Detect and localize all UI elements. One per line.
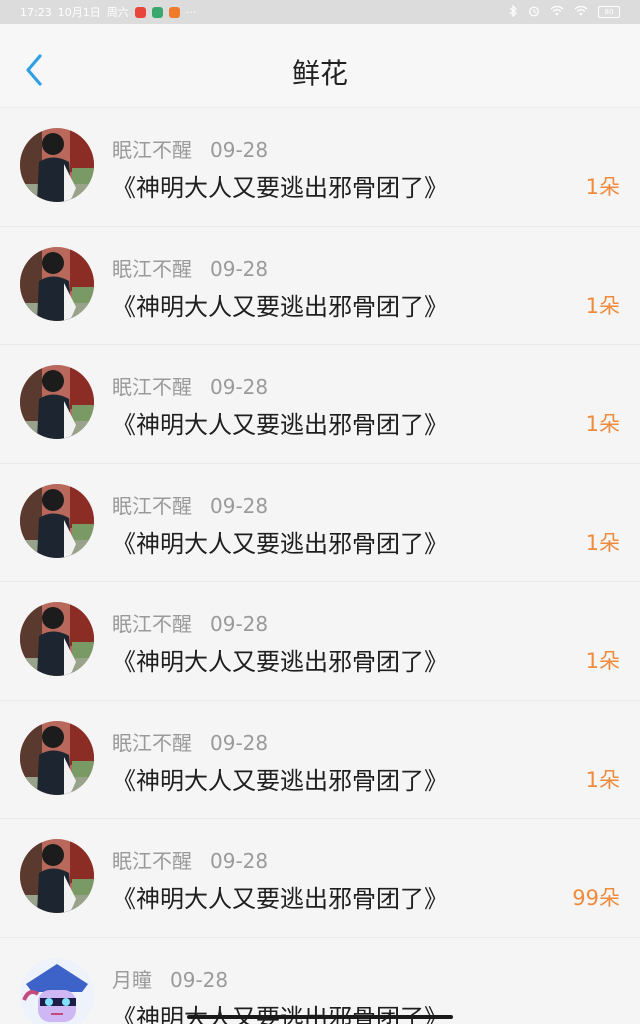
username: 眠江不醒 bbox=[112, 730, 192, 755]
status-left: 17:23 10月1日 周六 ··· bbox=[20, 4, 196, 20]
page-title: 鲜花 bbox=[291, 57, 348, 90]
user-avatar[interactable] bbox=[20, 602, 94, 676]
weibo-notification-icon bbox=[134, 6, 146, 18]
flower-record-row[interactable]: 眠江不醒 09-28 《神明大人又要逃出邪骨团了》 1朵 bbox=[0, 701, 640, 819]
status-weekday: 周六 bbox=[106, 6, 129, 19]
username: 眠江不醒 bbox=[112, 849, 192, 873]
book-title: 《神明大人又要逃出邪骨团了》 bbox=[112, 529, 448, 558]
user-meta: 眠江不醒 09-28 bbox=[112, 134, 268, 163]
user-avatar[interactable] bbox=[20, 957, 94, 1024]
book-title: 《神明大人又要逃出邪骨团了》 bbox=[112, 766, 448, 795]
user-avatar[interactable] bbox=[20, 483, 94, 558]
home-indicator-bar[interactable] bbox=[187, 1015, 453, 1019]
gift-date: 09-28 bbox=[210, 730, 269, 755]
user-avatar[interactable] bbox=[20, 246, 94, 321]
flower-count: 1朵 bbox=[585, 175, 620, 199]
user-meta: 眠江不醒 09-28 bbox=[112, 490, 268, 519]
gift-date: 09-28 bbox=[210, 256, 269, 281]
flower-count: 1朵 bbox=[585, 412, 620, 436]
more-notifications-indicator: ··· bbox=[185, 5, 197, 19]
user-meta: 眠江不醒 09-28 bbox=[112, 845, 268, 874]
battery-indicator: 80 bbox=[598, 6, 620, 18]
alarm-clock-icon bbox=[528, 5, 540, 20]
gift-date: 09-28 bbox=[210, 612, 269, 636]
book-title: 《神明大人又要逃出邪骨团了》 bbox=[112, 1003, 448, 1024]
book-title: 《神明大人又要逃出邪骨团了》 bbox=[112, 411, 448, 439]
flower-count: 1朵 bbox=[585, 293, 620, 318]
app-notification-icon bbox=[151, 6, 163, 18]
status-date: 10月1日 bbox=[57, 6, 101, 19]
flower-count: 99朵 bbox=[572, 886, 620, 910]
username: 眠江不醒 bbox=[112, 493, 192, 518]
user-meta: 眠江不醒 09-28 bbox=[112, 727, 268, 756]
flower-record-row[interactable]: 月瞳 09-28 《神明大人又要逃出邪骨团了》 bbox=[0, 938, 640, 1024]
username: 眠江不醒 bbox=[112, 138, 192, 162]
wifi-icon bbox=[550, 5, 564, 19]
user-avatar[interactable] bbox=[20, 128, 94, 202]
username: 眠江不醒 bbox=[112, 375, 192, 399]
status-time: 17:23 bbox=[20, 5, 52, 19]
user-meta: 眠江不醒 09-28 bbox=[112, 371, 268, 400]
flower-record-row[interactable]: 眠江不醒 09-28 《神明大人又要逃出邪骨团了》 99朵 bbox=[0, 819, 640, 938]
user-avatar[interactable] bbox=[20, 839, 94, 913]
user-avatar[interactable] bbox=[20, 365, 94, 439]
user-meta: 眠江不醒 09-28 bbox=[112, 253, 268, 282]
gift-date: 09-28 bbox=[210, 375, 269, 399]
book-title: 《神明大人又要逃出邪骨团了》 bbox=[112, 648, 448, 676]
gift-date: 09-28 bbox=[210, 849, 269, 873]
flower-count: 1朵 bbox=[585, 767, 620, 792]
status-bar: 17:23 10月1日 周六 ··· 80 bbox=[0, 0, 640, 24]
username: 眠江不醒 bbox=[112, 256, 192, 281]
flower-record-list: 眠江不醒 09-28 《神明大人又要逃出邪骨团了》 1朵 眠江不醒 09-28 《神明大人又… bbox=[0, 108, 640, 1024]
user-meta: 月瞳 09-28 bbox=[112, 964, 228, 993]
flower-count: 1朵 bbox=[585, 649, 620, 673]
app-screen: 17:23 10月1日 周六 ··· 80 鲜花 眠江不醒 09-28 《神明大… bbox=[0, 0, 640, 1024]
user-avatar[interactable] bbox=[20, 720, 94, 795]
book-title: 《神明大人又要逃出邪骨团了》 bbox=[112, 292, 448, 321]
flower-record-row[interactable]: 眠江不醒 09-28 《神明大人又要逃出邪骨团了》 1朵 bbox=[0, 464, 640, 582]
top-navigation-bar: 鲜花 bbox=[0, 24, 640, 108]
flower-record-row[interactable]: 眠江不醒 09-28 《神明大人又要逃出邪骨团了》 1朵 bbox=[0, 108, 640, 227]
username: 月瞳 bbox=[112, 967, 152, 992]
flower-record-row[interactable]: 眠江不醒 09-28 《神明大人又要逃出邪骨团了》 1朵 bbox=[0, 227, 640, 345]
bluetooth-icon bbox=[509, 4, 518, 20]
status-right: 80 bbox=[509, 4, 620, 20]
flower-record-row[interactable]: 眠江不醒 09-28 《神明大人又要逃出邪骨团了》 1朵 bbox=[0, 345, 640, 464]
gift-date: 09-28 bbox=[210, 138, 269, 162]
book-title: 《神明大人又要逃出邪骨团了》 bbox=[112, 174, 448, 202]
store-notification-icon bbox=[168, 6, 180, 18]
gift-date: 09-28 bbox=[210, 493, 269, 518]
username: 眠江不醒 bbox=[112, 612, 192, 636]
wifi-secondary-icon bbox=[574, 5, 588, 19]
user-meta: 眠江不醒 09-28 bbox=[112, 608, 268, 637]
book-title: 《神明大人又要逃出邪骨团了》 bbox=[112, 885, 448, 913]
flower-count: 1朵 bbox=[585, 530, 620, 555]
flower-record-row[interactable]: 眠江不醒 09-28 《神明大人又要逃出邪骨团了》 1朵 bbox=[0, 582, 640, 701]
gift-date: 09-28 bbox=[170, 967, 229, 992]
